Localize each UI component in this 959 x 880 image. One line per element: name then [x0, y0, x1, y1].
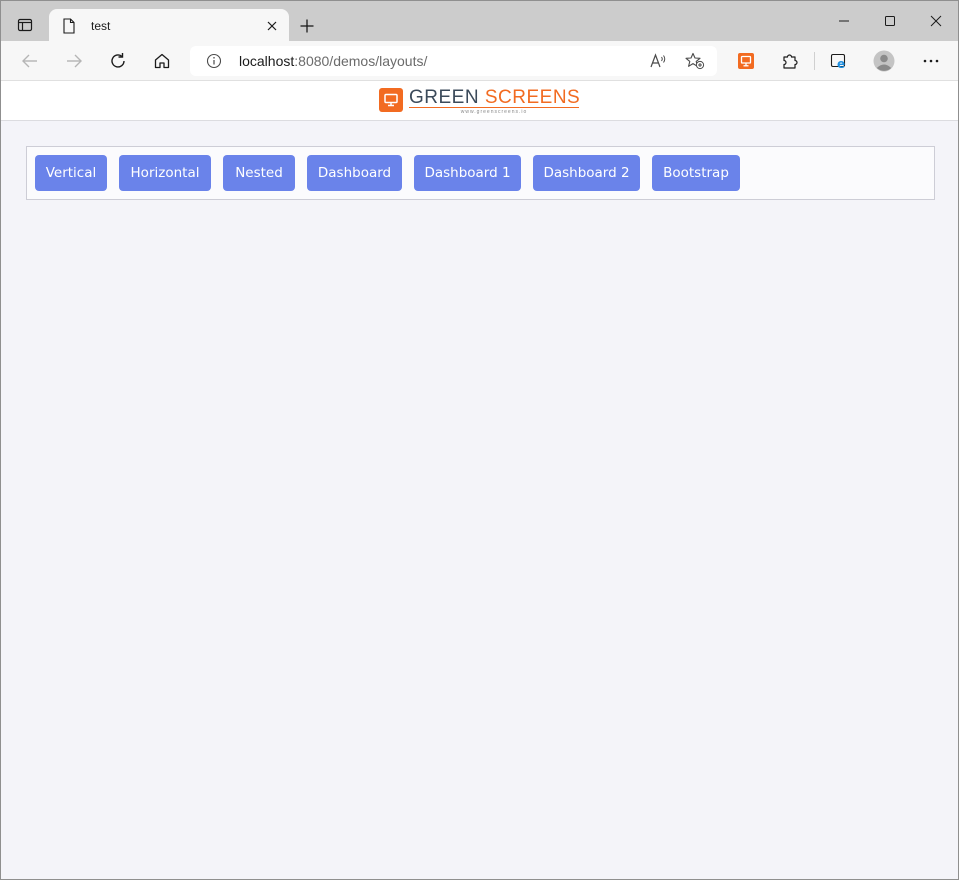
- url-host: localhost: [239, 53, 295, 69]
- svg-text:e: e: [837, 57, 845, 70]
- horizontal-button[interactable]: Horizontal: [119, 155, 211, 191]
- puzzle-icon: [783, 54, 798, 69]
- back-button[interactable]: [15, 46, 45, 76]
- url-text[interactable]: localhost:8080/demos/layouts/: [239, 53, 427, 69]
- page-icon: [61, 17, 77, 34]
- tab-actions-icon: [17, 18, 33, 32]
- logo-subtitle: www.greenscreens.io: [409, 107, 579, 115]
- info-icon[interactable]: [206, 53, 222, 69]
- more-icon: [923, 59, 939, 63]
- forward-button[interactable]: [59, 46, 89, 76]
- layout-nav-panel: Vertical Horizontal Nested Dashboard Das…: [26, 146, 935, 200]
- more-menu-button[interactable]: [916, 46, 946, 76]
- dashboard-2-button[interactable]: Dashboard 2: [533, 155, 640, 191]
- url-path: :8080/demos/layouts/: [294, 53, 428, 69]
- greenscreens-extension-button[interactable]: [731, 46, 761, 76]
- bootstrap-button[interactable]: Bootstrap: [652, 155, 740, 191]
- logo-wordmark: GREEN SCREENS: [409, 88, 580, 108]
- home-icon: [154, 53, 170, 69]
- close-icon: [930, 15, 942, 27]
- maximize-button[interactable]: [867, 1, 913, 41]
- add-favorite-icon[interactable]: [685, 52, 705, 70]
- tab-actions-button[interactable]: [11, 11, 39, 39]
- monitor-icon: [379, 88, 403, 112]
- logo-word-screens: SCREENS: [484, 87, 581, 108]
- app-header: GREEN SCREENS www.greenscreens.io: [1, 81, 958, 121]
- logo-word-green: GREEN: [409, 87, 480, 108]
- close-window-button[interactable]: [913, 1, 958, 41]
- address-bar[interactable]: localhost:8080/demos/layouts/: [190, 46, 717, 76]
- plus-icon: [300, 19, 314, 33]
- tab-test[interactable]: test: [49, 9, 289, 42]
- refresh-button[interactable]: [103, 46, 133, 76]
- read-aloud-icon[interactable]: [649, 52, 667, 70]
- browser-toolbar: localhost:8080/demos/layouts/ e: [1, 41, 958, 81]
- browser-window: test localhost:8080/demos/layouts/ e GRE…: [0, 0, 959, 880]
- greenscreens-extension-icon: [738, 53, 754, 69]
- dashboard-button[interactable]: Dashboard: [307, 155, 402, 191]
- new-tab-button[interactable]: [294, 13, 320, 39]
- profile-button[interactable]: [869, 46, 899, 76]
- back-arrow-icon: [22, 54, 37, 68]
- tab-title: test: [91, 18, 111, 33]
- toolbar-separator: [814, 52, 815, 70]
- dashboard-1-button[interactable]: Dashboard 1: [414, 155, 521, 191]
- close-tab-icon[interactable]: [263, 17, 281, 35]
- minimize-icon: [839, 20, 849, 22]
- extensions-button[interactable]: [775, 46, 805, 76]
- greenscreens-logo[interactable]: GREEN SCREENS www.greenscreens.io: [379, 86, 580, 115]
- forward-arrow-icon: [67, 54, 82, 68]
- nested-button[interactable]: Nested: [223, 155, 295, 191]
- vertical-button[interactable]: Vertical: [35, 155, 107, 191]
- refresh-icon: [111, 53, 125, 68]
- page-content: GREEN SCREENS www.greenscreens.io Vertic…: [1, 81, 958, 879]
- minimize-button[interactable]: [821, 1, 867, 41]
- home-button[interactable]: [147, 46, 177, 76]
- title-bar: test: [1, 1, 958, 42]
- avatar-icon: [873, 50, 895, 72]
- ie-mode-icon: e: [830, 53, 845, 70]
- ie-mode-button[interactable]: e: [824, 46, 854, 76]
- maximize-icon: [885, 16, 895, 26]
